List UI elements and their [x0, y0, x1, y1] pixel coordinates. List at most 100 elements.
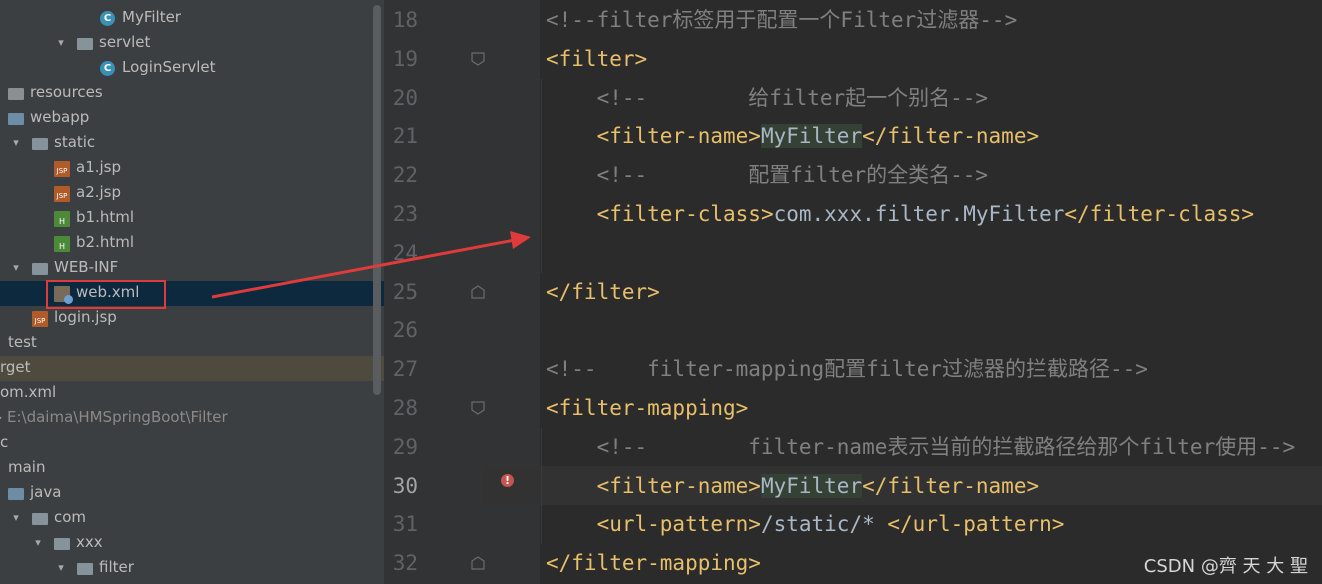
line-number: 23: [392, 202, 418, 226]
xml-tag: <filter-mapping>: [546, 396, 749, 420]
tree-item-label: login.jsp: [54, 308, 117, 326]
tree-item[interactable]: main: [0, 456, 384, 481]
resources-folder-icon: [8, 88, 24, 100]
xml-tag: </filter>: [546, 279, 660, 304]
xml-comment: <!--filter标签用于配置一个Filter过滤器-->: [546, 8, 1018, 32]
tree-item[interactable]: rget: [0, 356, 384, 381]
tree-item[interactable]: Hb2.html: [0, 231, 384, 256]
tree-item[interactable]: ▾ servlet: [0, 31, 384, 56]
fold-marker-icon[interactable]: [470, 400, 486, 416]
indent-guide: [541, 427, 542, 545]
source-folder-icon: [8, 488, 24, 500]
line-number: 18: [392, 8, 418, 32]
class-icon: C: [100, 61, 115, 76]
xml-comment: <!-- 配置filter的全类名-->: [546, 163, 989, 188]
indent-guide: [541, 78, 542, 273]
tree-item-label: filter: [99, 558, 134, 576]
tree-item[interactable]: ›E:\daima\HMSpringBoot\Filter: [0, 406, 384, 431]
tree-item[interactable]: C LoginServlet: [0, 56, 384, 81]
xml-tag: </filter-class>: [1064, 202, 1255, 226]
tree-item[interactable]: java: [0, 481, 384, 506]
code-text: MyFilter: [760, 124, 863, 149]
chevron-down-icon[interactable]: ▾: [55, 37, 67, 49]
tree-item[interactable]: ▾ static: [0, 131, 384, 156]
code-line[interactable]: <filter>: [546, 40, 647, 78]
chevron-right-icon[interactable]: ›: [0, 412, 6, 424]
tree-item[interactable]: webapp: [0, 106, 384, 131]
tree-item-label: servlet: [99, 33, 151, 51]
xml-tag: </url-pattern>: [887, 512, 1065, 537]
code-line[interactable]: <filter-name>MyFilter</filter-name>: [546, 117, 1039, 155]
code-line[interactable]: <!-- 给filter起一个别名-->: [546, 79, 989, 117]
tree-item-label: WEB-INF: [54, 258, 119, 276]
tree-item[interactable]: om.xml: [0, 381, 384, 406]
line-number: 19: [392, 46, 418, 71]
package-folder-icon: [32, 513, 48, 525]
code-line[interactable]: </filter>: [546, 273, 660, 311]
fold-marker-icon[interactable]: [470, 51, 486, 67]
tree-item-label: java: [30, 483, 62, 501]
xml-tag: <filter>: [546, 46, 648, 71]
tree-item-label: E:\daima\HMSpringBoot\Filter: [7, 408, 228, 426]
line-number: 31: [392, 512, 418, 537]
code-line[interactable]: <!-- filter-name表示当前的拦截路径给那个filter使用-->: [546, 428, 1296, 466]
tree-item[interactable]: resources: [0, 81, 384, 106]
tree-item-label: a1.jsp: [76, 158, 122, 176]
fold-marker-icon[interactable]: [470, 284, 486, 300]
chevron-down-icon[interactable]: ▾: [32, 537, 44, 549]
fold-marker-icon[interactable]: [470, 555, 486, 571]
tree-item-label: com: [54, 508, 87, 526]
code-line[interactable]: </filter-mapping>: [546, 544, 761, 582]
tree-item[interactable]: JSP a1.jsp: [0, 156, 384, 181]
package-folder-icon: [54, 538, 70, 550]
tree-item-label: om.xml: [0, 383, 57, 401]
tree-item-label: b1.html: [76, 208, 135, 226]
project-tree-scrollbar[interactable]: [373, 5, 381, 395]
tree-item[interactable]: c: [0, 431, 384, 456]
code-line[interactable]: <!-- filter-mapping配置filter过滤器的拦截路径-->: [546, 350, 1148, 388]
code-line[interactable]: <filter-name>MyFilter</filter-name>: [546, 467, 1039, 505]
tree-item[interactable]: ▾ WEB-INF: [0, 256, 384, 281]
tree-item[interactable]: ▾ xxx: [0, 531, 384, 556]
tree-item[interactable]: Hb1.html: [0, 206, 384, 231]
line-number: 30: [392, 473, 418, 498]
line-number: 26: [392, 318, 418, 343]
tree-item-label: c: [0, 433, 9, 451]
tree-item[interactable]: JSP a2.jsp: [0, 181, 384, 206]
code-line[interactable]: <!-- 配置filter的全类名-->: [546, 156, 989, 194]
tree-item[interactable]: ▾ filter: [0, 556, 384, 581]
chevron-down-icon[interactable]: ▾: [55, 562, 67, 574]
tree-item[interactable]: test: [0, 331, 384, 356]
jsp-file-icon: JSP: [54, 161, 70, 177]
tree-item-label: rget: [0, 358, 31, 376]
tree-item-label: test: [8, 333, 37, 351]
xml-tag: <filter-name>: [596, 473, 761, 498]
code-line[interactable]: <url-pattern>/static/* </url-pattern>: [546, 505, 1065, 543]
code-line[interactable]: <filter-mapping>: [546, 389, 748, 427]
code-line[interactable]: <filter-class>com.xxx.filter.MyFilter</f…: [546, 195, 1254, 233]
web-folder-icon: [8, 113, 24, 125]
line-number: 22: [392, 163, 418, 188]
chevron-down-icon[interactable]: ▾: [10, 137, 22, 149]
folder-icon: [32, 138, 48, 150]
line-number: 32: [392, 551, 418, 576]
project-tree-panel: C MyFilter ▾ servlet C LoginServlet resources w…: [0, 0, 384, 584]
tree-item[interactable]: JSP login.jsp: [0, 306, 384, 331]
jsp-file-icon: JSP: [54, 186, 70, 202]
watermark: CSDN @齊 天 大 聖: [1143, 556, 1308, 577]
chevron-down-icon[interactable]: ▾: [10, 512, 22, 524]
chevron-down-icon[interactable]: ▾: [10, 262, 22, 274]
code-line[interactable]: <!--filter标签用于配置一个Filter过滤器-->: [546, 1, 1017, 39]
line-number: 21: [392, 124, 418, 149]
tree-item[interactable]: ▾ com: [0, 506, 384, 531]
xml-comment: <!-- filter-name表示当前的拦截路径给那个filter使用-->: [546, 434, 1296, 459]
error-marker-icon[interactable]: !: [501, 474, 514, 487]
line-number: 24: [392, 240, 418, 265]
tree-item[interactable]: C MyFilter: [0, 6, 384, 31]
html-file-icon: H: [54, 236, 70, 252]
jsp-file-icon: JSP: [32, 311, 48, 327]
folder-icon: [77, 38, 93, 50]
annotation-highlight-box: [46, 280, 166, 309]
